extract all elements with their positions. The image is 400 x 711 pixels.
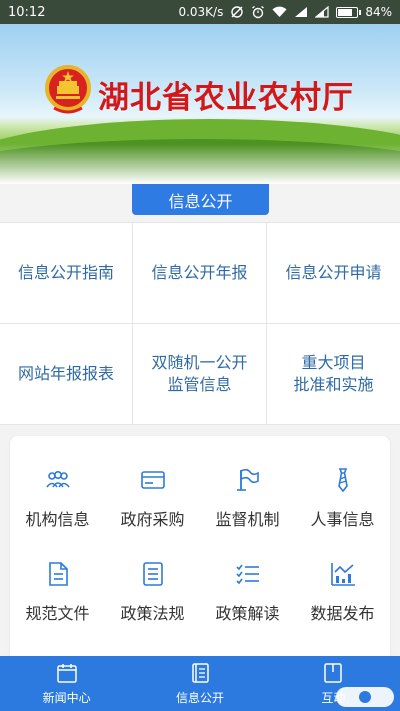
signal-icon-2	[315, 6, 329, 18]
category-label: 政府采购	[120, 510, 185, 529]
national-emblem-icon	[45, 65, 91, 114]
nav-info-disclosure[interactable]: 信息公开	[133, 656, 266, 711]
grid-item-website-report[interactable]: 网站年报报表	[0, 324, 133, 425]
document-icon	[48, 562, 68, 586]
network-speed: 0.03K/s	[178, 5, 224, 19]
notebook-icon	[324, 662, 343, 683]
alarm-off-icon	[230, 5, 244, 19]
grid-item-annual-report[interactable]: 信息公开年报	[133, 223, 267, 324]
category-label: 数据发布	[310, 604, 375, 623]
watermark-logo-icon	[359, 691, 371, 703]
category-label: 政策法规	[120, 604, 185, 623]
status-bar: 10:12 0.03K/s 84%	[0, 0, 400, 24]
category-org-info[interactable]: 机构信息	[10, 466, 105, 530]
category-policy-regulations[interactable]: 政策法规	[105, 560, 200, 624]
battery-icon	[336, 6, 362, 18]
category-panel: 机构信息 政府采购 监督机制 人事信息 规范文件 政策法规 政策解读 数据发布	[10, 436, 390, 676]
flag-icon	[236, 468, 259, 491]
banner-fade	[0, 144, 400, 184]
tie-icon	[337, 468, 348, 493]
nav-label: 新闻中心	[42, 690, 91, 705]
grid-item-disclosure-guide[interactable]: 信息公开指南	[0, 223, 133, 324]
banner-title: 湖北省农业农村厅	[98, 80, 354, 116]
watermark-badge	[336, 687, 394, 707]
alarm-icon	[251, 5, 265, 19]
category-normative-docs[interactable]: 规范文件	[10, 560, 105, 624]
nav-news-center[interactable]: 新闻中心	[0, 656, 133, 711]
status-time: 10:12	[8, 4, 46, 20]
category-label: 规范文件	[25, 604, 90, 623]
calendar-icon	[56, 663, 77, 683]
category-procurement[interactable]: 政府采购	[105, 466, 200, 530]
card-icon	[140, 471, 165, 489]
people-icon	[45, 471, 70, 488]
bar-chart-icon	[330, 563, 355, 586]
category-policy-interpretation[interactable]: 政策解读	[200, 560, 295, 624]
category-label: 监督机制	[215, 510, 280, 529]
category-data-release[interactable]: 数据发布	[295, 560, 390, 624]
category-personnel[interactable]: 人事信息	[295, 466, 390, 530]
battery-fill	[338, 8, 353, 16]
bottom-nav: 新闻中心 信息公开 互动	[0, 656, 400, 711]
signal-icon	[294, 6, 308, 18]
info-link-grid: 信息公开指南 信息公开年报 信息公开申请 网站年报报表 双随机一公开 监管信息 …	[0, 222, 400, 425]
list-doc-icon	[142, 562, 163, 586]
nav-label: 信息公开	[175, 690, 224, 705]
checklist-icon	[235, 564, 259, 585]
battery-percent: 84%	[365, 5, 392, 19]
grid-item-major-projects[interactable]: 重大项目 批准和实施	[267, 324, 400, 425]
grid-item-random-inspection[interactable]: 双随机一公开 监管信息	[133, 324, 267, 425]
category-label: 机构信息	[25, 510, 90, 529]
grid-item-disclosure-request[interactable]: 信息公开申请	[267, 223, 400, 324]
wifi-icon	[272, 6, 287, 18]
category-label: 人事信息	[310, 510, 375, 529]
section-tab-info-disclosure[interactable]: 信息公开	[132, 184, 269, 215]
category-supervision[interactable]: 监督机制	[200, 466, 295, 530]
category-label: 政策解读	[215, 604, 280, 623]
book-icon	[192, 662, 209, 683]
banner: 湖北省农业农村厅	[0, 24, 400, 184]
